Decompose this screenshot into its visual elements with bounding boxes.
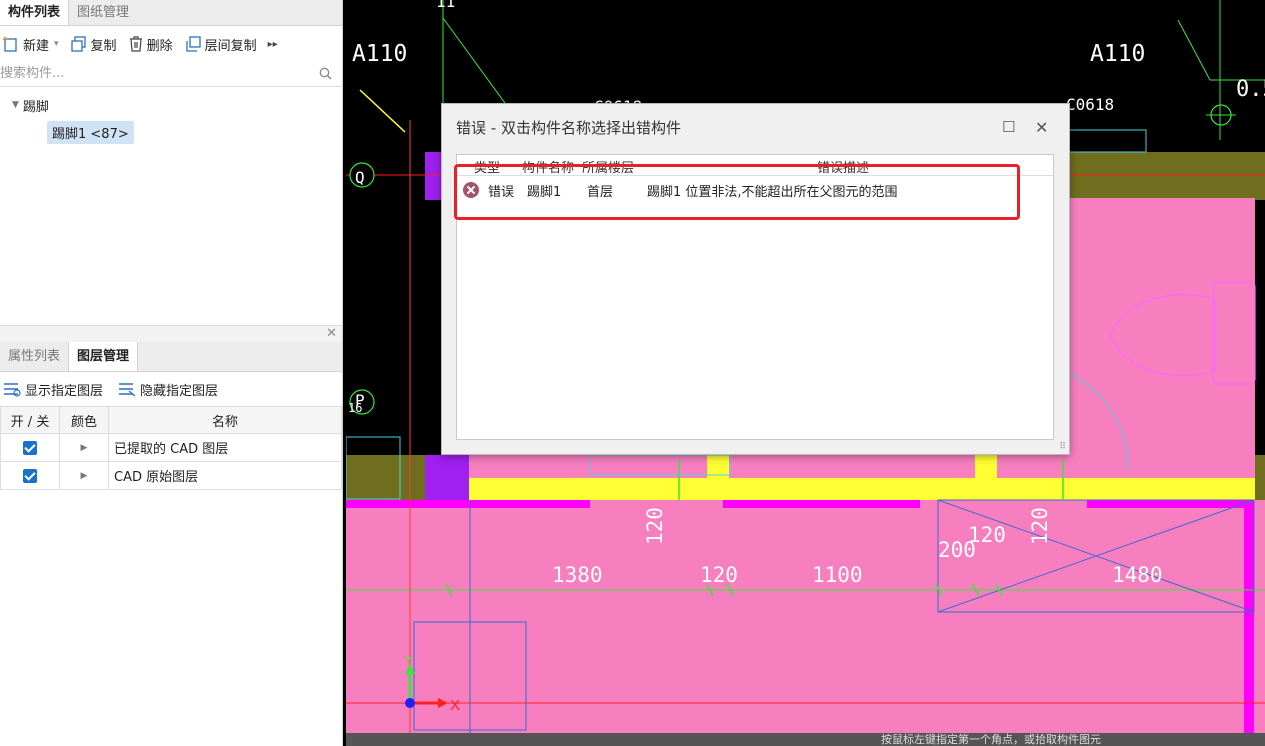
column-on-off: 开 / 关 (0, 406, 60, 434)
new-button[interactable]: 新建 ▾ (2, 35, 59, 54)
hide-layer-button[interactable]: 隐藏指定图层 (117, 380, 218, 399)
tab-layer-management[interactable]: 图层管理 (68, 342, 139, 371)
dimension-120-vertical: 120 (643, 507, 667, 545)
floor-copy-label: 层间复制 (204, 38, 257, 54)
search-icon[interactable] (319, 67, 332, 80)
layer-table: 开 / 关 颜色 名称 ▶ 已提取的 CAD 图层 ▶ CAD 原始图层 (0, 406, 342, 490)
copy-icon (70, 36, 86, 52)
column-name: 名称 (108, 406, 342, 434)
close-icon[interactable]: ✕ (1035, 118, 1048, 137)
room-fill (346, 500, 1265, 733)
error-dialog: 错误 - 双击构件名称选择出错构件 ☐ ✕ 类型 构件名称 所属楼层 错误描述 … (441, 103, 1070, 455)
table-row[interactable]: ▶ 已提取的 CAD 图层 (0, 433, 342, 462)
close-icon[interactable]: ✕ (326, 326, 337, 341)
dimension-1100: 1100 (812, 563, 863, 587)
maximize-icon[interactable]: ☐ (1002, 118, 1015, 136)
tree-node-tijiao[interactable]: ▼ 踢脚 (0, 95, 342, 115)
expand-arrow-icon[interactable]: ▶ (59, 461, 109, 490)
new-label: 新建 (23, 38, 50, 54)
table-row[interactable]: ▶ CAD 原始图层 (0, 461, 342, 490)
new-icon (2, 36, 17, 52)
dimension-1480: 1480 (1112, 563, 1163, 587)
axis-y-label: Y (404, 653, 413, 668)
tree-node-label: 踢脚 (22, 99, 49, 115)
column-color: 颜色 (59, 406, 109, 434)
layer-name: 已提取的 CAD 图层 (108, 433, 342, 462)
show-layer-button[interactable]: 显示指定图层 (2, 380, 103, 399)
resize-grip-icon[interactable]: ⠿ (1059, 442, 1066, 452)
layer-tabs: 属性列表 图层管理 (0, 342, 342, 372)
tree-item-tijiao1[interactable]: 踢脚1 <87> (47, 121, 134, 144)
cad-label-a110: A110 (1090, 41, 1145, 67)
red-highlight-box (454, 164, 1020, 220)
more-icon[interactable]: ▸▸ (268, 39, 278, 50)
wall-yellow (468, 478, 1255, 500)
cad-label-a110: A110 (352, 41, 407, 67)
tab-drawing-management[interactable]: 图纸管理 (69, 0, 137, 25)
floor-copy-button[interactable]: 层间复制 (184, 35, 257, 54)
hide-layer-label: 隐藏指定图层 (140, 383, 219, 399)
delete-button[interactable]: 删除 (128, 35, 173, 54)
cad-label-0-5: 0.5 (1236, 77, 1265, 102)
tab-property-list[interactable]: 属性列表 (0, 342, 68, 371)
layers-show-icon (4, 383, 21, 397)
show-layer-label: 显示指定图层 (25, 383, 104, 399)
dimension-120: 120 (700, 563, 738, 587)
floor-copy-icon (185, 36, 201, 52)
copy-label: 复制 (90, 38, 117, 54)
layer-name: CAD 原始图层 (108, 461, 342, 490)
cad-label-grid-11: 11 (436, 0, 455, 11)
cad-label-grid-q: Q (355, 168, 365, 187)
dimension-1380: 1380 (552, 563, 603, 587)
command-status-bar: 按鼠标左键指定第一个角点，或拾取构件图元 (346, 733, 1265, 746)
cad-label-16: 16 (348, 401, 362, 415)
layer-checkbox[interactable] (23, 440, 37, 455)
layer-toolbar: 显示指定图层 隐藏指定图层 (0, 372, 342, 406)
dialog-title[interactable]: 错误 - 双击构件名称选择出错构件 (442, 104, 1069, 151)
layers-hide-icon (119, 383, 136, 397)
trash-icon (129, 36, 142, 52)
axis-x-label: X (450, 697, 460, 714)
expand-arrow-icon[interactable]: ▼ (12, 100, 19, 110)
dropdown-arrow-icon[interactable]: ▾ (54, 39, 59, 49)
search-input[interactable] (0, 62, 300, 84)
layer-checkbox[interactable] (23, 468, 37, 483)
layer-panel: 属性列表 图层管理 显示指定图层 隐藏指定图层 开 / 关 颜色 名称 ▶ 已提… (0, 342, 342, 490)
delete-label: 删除 (146, 38, 173, 54)
search-bar (0, 62, 342, 87)
tab-component-list[interactable]: 构件列表 (0, 0, 70, 25)
status-text: 按鼠标左键指定第一个角点，或拾取构件图元 (881, 733, 1101, 746)
dimension-120-vertical: 120 (1028, 507, 1052, 545)
cad-label-c0618: C0618 (1066, 95, 1114, 114)
dimension-120: 120 (968, 523, 1006, 547)
component-toolbar: 新建 ▾ 复制 删除 层间复制 ▸▸ (0, 26, 342, 62)
panel-splitter[interactable]: ✕ (0, 325, 342, 343)
copy-button[interactable]: 复制 (70, 35, 117, 54)
component-tabs: 构件列表 图纸管理 (0, 0, 342, 26)
expand-arrow-icon[interactable]: ▶ (59, 433, 109, 462)
